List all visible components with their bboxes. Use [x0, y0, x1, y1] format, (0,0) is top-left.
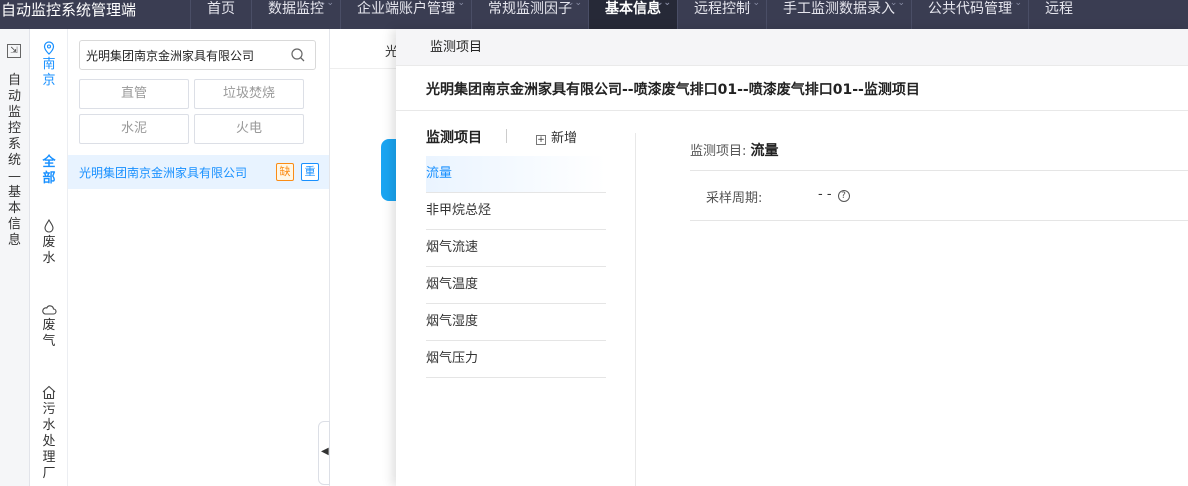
nav-item[interactable]: 企业端账户管理 ⌄⌄ [340, 0, 471, 29]
location-pin-icon [43, 41, 55, 55]
monitoring-item[interactable]: 烟气温度 [426, 267, 606, 304]
detail-item-value: 流量 [750, 143, 779, 159]
tag-thermal-power[interactable]: 火电 [194, 114, 304, 144]
category-sewage-plant[interactable]: 污水处理厂 [30, 385, 68, 482]
monitoring-list-title: 监测项目 [426, 130, 482, 146]
nav-item[interactable]: 手工监测数据录入 ⌄⌄ [766, 0, 911, 29]
detail-item-label: 监测项目: [690, 144, 747, 159]
water-drop-icon [44, 219, 54, 233]
divider [690, 170, 1188, 171]
divider [396, 110, 1188, 111]
nav-item-label: 远程 [1045, 1, 1073, 17]
cloud-icon [42, 305, 57, 315]
nav-item[interactable]: 公共代码管理 ⌄⌄ [911, 0, 1028, 29]
monitoring-item[interactable]: 烟气湿度 [426, 304, 606, 341]
nav-item[interactable]: 远程 [1028, 0, 1089, 29]
add-item-label: 新增 [551, 131, 578, 146]
category-sewage-plant-label: 污水处理厂 [42, 402, 56, 481]
nav-item-label: 手工监测数据录入 [783, 1, 895, 17]
nav-item-label: 基本信息 [605, 1, 661, 17]
add-item-button[interactable]: + 新增 [536, 127, 577, 146]
caret-left-icon: ◀ [321, 446, 329, 457]
detail-item: 监测项目: 流量 [690, 140, 779, 160]
category-location[interactable]: 南京 [30, 41, 68, 89]
nav-item[interactable]: 基本信息 ⌄⌄ [588, 0, 677, 29]
chevron-down-icon: ⌄⌄ [1006, 0, 1022, 8]
category-all-label: 全部 [42, 155, 56, 186]
monitoring-item[interactable]: 烟气流速 [426, 230, 606, 267]
app-title: 自动监控系统管理端 [1, 1, 137, 19]
help-icon[interactable]: ? [837, 190, 850, 202]
nav-item-label: 首页 [207, 1, 235, 17]
tag-cement[interactable]: 水泥 [79, 114, 189, 144]
nav-item[interactable]: 首页 [190, 0, 251, 29]
divider [635, 133, 636, 486]
category-wastewater-label: 废水 [42, 235, 56, 266]
nav-item[interactable]: 数据监控 ⌄⌄ [251, 0, 340, 29]
search-icon[interactable] [290, 47, 306, 63]
search-input-value: 光明集团南京金洲家具有限公司 [86, 49, 255, 63]
category-wastewater[interactable]: 废水 [30, 219, 68, 267]
main-content-background: 光 [330, 29, 401, 486]
nav-item-label: 常规监测因子 [488, 1, 572, 17]
nav-item-label: 公共代码管理 [928, 1, 1012, 17]
chevron-down-icon: ⌄⌄ [318, 0, 334, 8]
monitoring-items-drawer: 监测项目 光明集团南京金洲家具有限公司--喷漆废气排口01--喷漆废气排口01-… [396, 29, 1188, 486]
breadcrumb: 自动监控系统—基本信息 [8, 73, 22, 248]
filter-panel: 光明集团南京金洲家具有限公司 直管 垃圾焚烧 水泥 火电 光明集团南京金洲家具有… [68, 29, 330, 486]
left-rail: ⇲ 自动监控系统—基本信息 [0, 29, 30, 486]
home-icon [42, 385, 56, 400]
tag-incineration[interactable]: 垃圾焚烧 [194, 79, 304, 109]
chevron-down-icon: ⌄⌄ [655, 0, 671, 8]
drawer-title: 光明集团南京金洲家具有限公司--喷漆废气排口01--喷漆废气排口01--监测项目 [426, 82, 920, 98]
chevron-down-icon: ⌄⌄ [449, 0, 465, 8]
category-all[interactable]: 全部 [30, 155, 68, 187]
sample-period-label: 采样周期: [706, 191, 763, 206]
nav-item-label: 数据监控 [268, 1, 324, 17]
monitoring-item[interactable]: 烟气压力 [426, 341, 606, 378]
monitoring-item[interactable]: 非甲烷总烃 [426, 193, 606, 230]
chevron-down-icon: ⌄⌄ [566, 0, 582, 8]
main-tabs: 光 [330, 29, 400, 69]
monitoring-item[interactable]: 流量 [426, 156, 606, 193]
collapse-toggle-icon[interactable]: ⇲ [7, 44, 21, 58]
plus-square-icon: + [536, 135, 546, 145]
monitoring-item-list: 流量 非甲烷总烃 烟气流速 烟气温度 烟气湿度 烟气压力 [426, 156, 606, 378]
nav-item[interactable]: 常规监测因子 ⌄⌄ [471, 0, 588, 29]
nav-item-label: 企业端账户管理 [357, 1, 455, 17]
key-badge: 重 [301, 163, 319, 181]
sample-period-value: - - [818, 187, 832, 202]
divider [690, 220, 1188, 221]
chevron-down-icon: ⌄⌄ [744, 0, 760, 8]
panel-collapse-handle[interactable]: ◀ [318, 421, 330, 485]
nav-item-label: 远程控制 [694, 1, 750, 17]
category-location-label: 南京 [42, 57, 56, 88]
nav-item[interactable]: 远程控制 ⌄⌄ [677, 0, 766, 29]
company-name: 光明集团南京金洲家具有限公司 [79, 166, 248, 180]
category-wastegas-label: 废气 [42, 318, 56, 349]
drawer-header: 监测项目 [396, 29, 1188, 66]
main-nav: 首页 数据监控 ⌄⌄ 企业端账户管理 ⌄⌄ 常规监测因子 ⌄⌄ 基本信息 ⌄⌄ 远程控制 ⌄⌄ 手工监… [190, 0, 1089, 29]
sample-period-field: - -? [818, 187, 850, 202]
category-rail: 南京 全部 废水 废气 污水处理厂 [30, 29, 68, 486]
chevron-down-icon: ⌄⌄ [889, 0, 905, 8]
search-input[interactable]: 光明集团南京金洲家具有限公司 [79, 40, 316, 70]
category-wastegas[interactable]: 废气 [30, 304, 68, 350]
missing-badge: 缺 [276, 163, 294, 181]
tag-direct[interactable]: 直管 [79, 79, 189, 109]
company-list-item[interactable]: 光明集团南京金洲家具有限公司 缺 重 [68, 155, 329, 189]
top-bar: 自动监控系统管理端 首页 数据监控 ⌄⌄ 企业端账户管理 ⌄⌄ 常规监测因子 ⌄⌄ 基本信息 ⌄… [0, 0, 1188, 29]
divider [506, 129, 507, 143]
